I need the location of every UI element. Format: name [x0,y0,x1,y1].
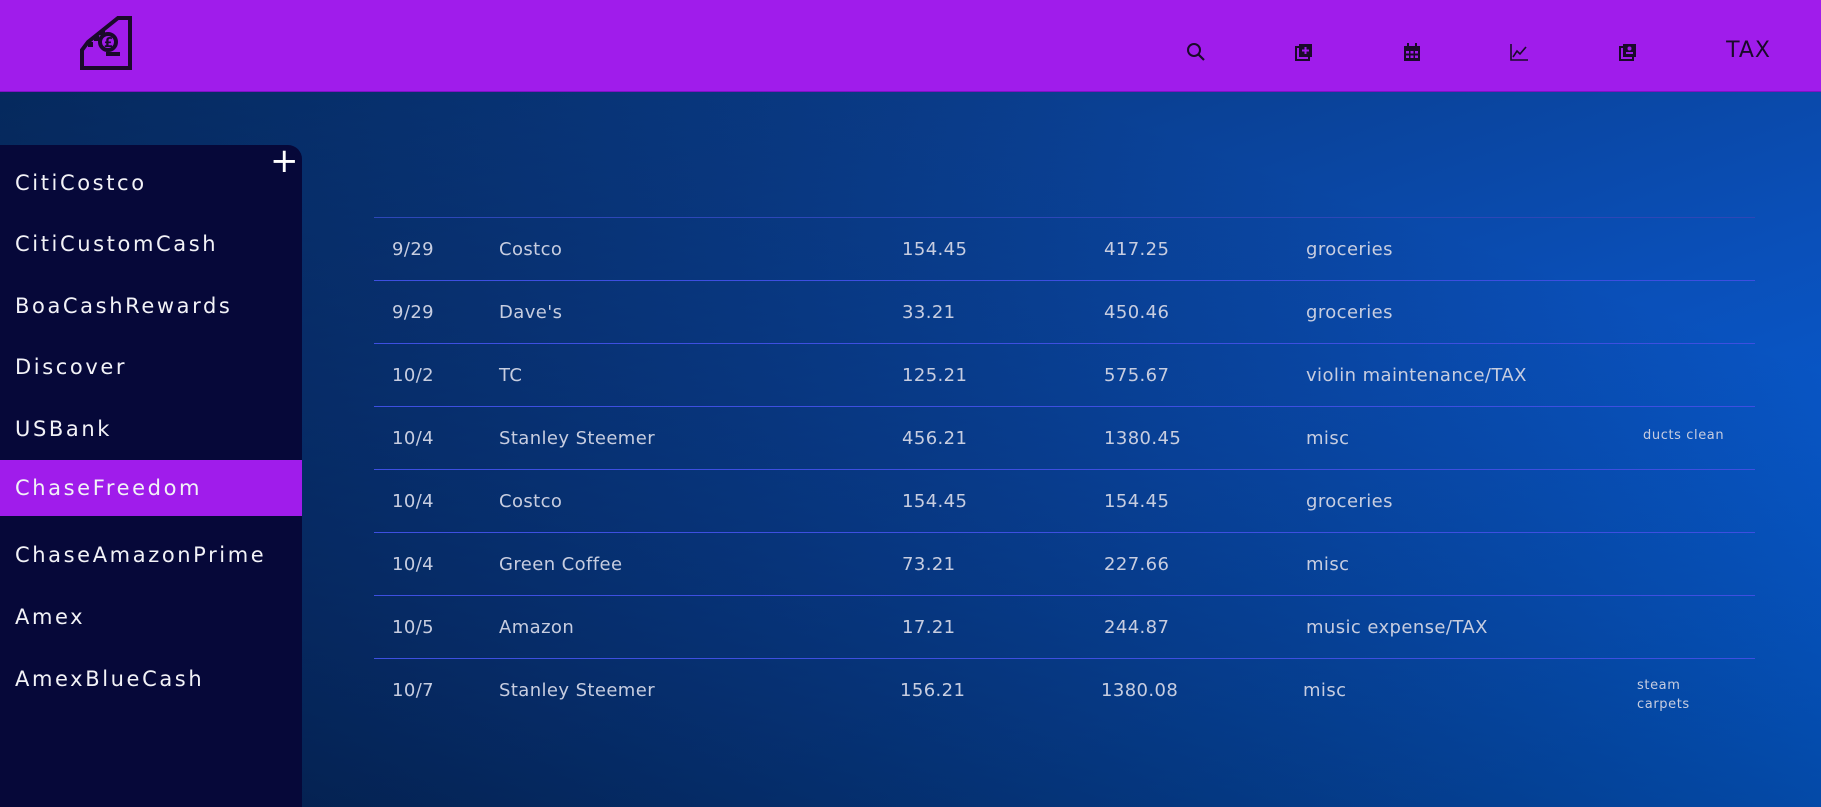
table-row[interactable]: 10/4 Costco 154.45 154.45 groceries [374,469,1755,532]
sidebar-item-citicustomcash[interactable]: CitiCustomCash [0,216,302,272]
sidebar-item-citicostco[interactable]: CitiCostco [0,155,302,211]
description-cell: Costco [499,491,563,512]
balance-cell: 1380.08 [1101,680,1179,701]
sidebar-item-amex[interactable]: Amex [0,589,302,645]
balance-cell: 1380.45 [1104,428,1182,449]
amount-cell: 154.45 [902,491,968,512]
date-cell: 10/5 [392,617,435,638]
sidebar-item-amexbluecash[interactable]: AmexBlueCash [0,651,302,707]
sidebar-item-chaseamazonprime[interactable]: ChaseAmazonPrime [0,527,302,583]
description-cell: Costco [499,239,563,260]
date-cell: 10/2 [392,365,435,386]
balance-cell: 575.67 [1104,365,1170,386]
category-cell: music expense/TAX [1306,617,1488,638]
sidebar-item-boacashrewards[interactable]: BoaCashRewards [0,278,302,334]
svg-text:£: £ [104,36,113,51]
date-cell: 10/4 [392,554,435,575]
add-entry-icon[interactable] [1293,41,1315,63]
table-row[interactable]: 10/4 Green Coffee 73.21 227.66 misc [374,532,1755,595]
table-row[interactable]: 9/29 Costco 154.45 417.25 groceries [374,217,1755,280]
tax-link[interactable]: TAX [1726,38,1771,63]
amount-cell: 73.21 [902,554,956,575]
category-cell: groceries [1306,239,1393,260]
description-cell: Amazon [499,617,575,638]
table-row[interactable]: 10/7 Stanley Steemer 156.21 1380.08 misc… [374,658,1755,721]
sidebar-item-usbank[interactable]: USBank [0,401,302,457]
book-icon[interactable] [1617,41,1639,63]
category-cell: violin maintenance/TAX [1306,365,1527,386]
amount-cell: 156.21 [900,680,966,701]
balance-cell: 227.66 [1104,554,1170,575]
amount-cell: 17.21 [902,617,956,638]
description-cell: TC [499,365,523,386]
category-cell: misc [1303,680,1347,701]
sidebar-item-chasefreedom[interactable]: ChaseFreedom [0,460,302,516]
date-cell: 10/7 [392,680,435,701]
top-bar: £ TAX [0,0,1821,92]
date-cell: 9/29 [392,302,435,323]
table-row[interactable]: 10/2 TC 125.21 575.67 violin maintenance… [374,343,1755,406]
description-cell: Green Coffee [499,554,623,575]
description-cell: Stanley Steemer [499,680,656,701]
amount-cell: 33.21 [902,302,956,323]
table-row[interactable]: 9/29 Dave's 33.21 450.46 groceries [374,280,1755,343]
sidebar-item-discover[interactable]: Discover [0,339,302,395]
category-cell: groceries [1306,491,1393,512]
category-cell: misc [1306,428,1350,449]
description-cell: Stanley Steemer [499,428,656,449]
amount-cell: 456.21 [902,428,968,449]
date-cell: 10/4 [392,491,435,512]
note-cell: steam carpets [1637,678,1690,712]
table-row[interactable]: 10/4 Stanley Steemer 456.21 1380.45 misc… [374,406,1755,469]
table-row[interactable]: 10/5 Amazon 17.21 244.87 music expense/T… [374,595,1755,658]
description-cell: Dave's [499,302,563,323]
balance-cell: 417.25 [1104,239,1170,260]
balance-cell: 244.87 [1104,617,1170,638]
amount-cell: 154.45 [902,239,968,260]
date-cell: 9/29 [392,239,435,260]
amount-cell: 125.21 [902,365,968,386]
search-icon[interactable] [1185,41,1207,63]
note-cell: ducts clean [1643,428,1725,443]
chart-icon[interactable] [1508,41,1530,63]
category-cell: groceries [1306,302,1393,323]
calendar-icon[interactable] [1401,41,1423,63]
balance-cell: 154.45 [1104,491,1170,512]
date-cell: 10/4 [392,428,435,449]
category-cell: misc [1306,554,1350,575]
cash-register-icon[interactable]: £ [78,12,134,70]
balance-cell: 450.46 [1104,302,1170,323]
